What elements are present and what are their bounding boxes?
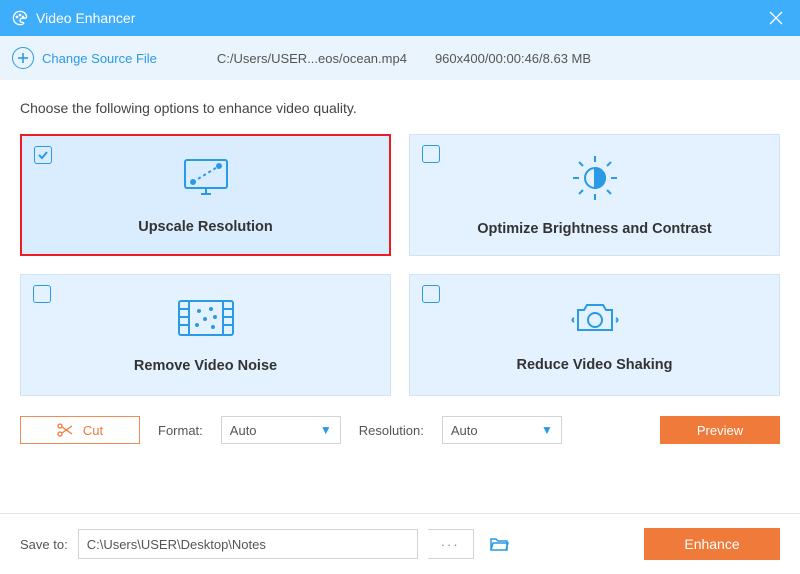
instruction-text: Choose the following options to enhance … <box>0 80 800 134</box>
option-label: Reduce Video Shaking <box>516 357 672 373</box>
controls-row: Cut Format: Auto ▼ Resolution: Auto ▼ Pr… <box>0 396 800 444</box>
source-file-path: C:/Users/USER...eos/ocean.mp4 <box>217 51 407 66</box>
option-upscale-resolution[interactable]: Upscale Resolution <box>20 134 391 256</box>
option-label: Optimize Brightness and Contrast <box>477 221 711 237</box>
palette-icon <box>12 10 28 26</box>
change-source-label: Change Source File <box>42 51 157 66</box>
brightness-sun-icon <box>570 154 620 207</box>
option-label: Remove Video Noise <box>134 358 277 374</box>
film-noise-icon <box>175 297 237 344</box>
resolution-value: Auto <box>451 423 478 438</box>
title-bar: Video Enhancer <box>0 0 800 36</box>
source-file-info: 960x400/00:00:46/8.63 MB <box>435 51 591 66</box>
format-dropdown[interactable]: Auto ▼ <box>221 416 341 444</box>
resolution-dropdown[interactable]: Auto ▼ <box>442 416 562 444</box>
ellipsis-icon: ··· <box>441 537 460 552</box>
camera-shake-icon <box>570 298 620 343</box>
preview-label: Preview <box>697 423 743 438</box>
checkbox[interactable] <box>34 146 52 164</box>
monitor-upscale-icon <box>179 156 233 205</box>
option-brightness-contrast[interactable]: Optimize Brightness and Contrast <box>409 134 780 256</box>
checkbox[interactable] <box>33 285 51 303</box>
change-source-button[interactable]: Change Source File <box>12 47 157 69</box>
scissors-icon <box>57 423 73 437</box>
enhance-options-grid: Upscale Resolution Optimize Brightness a… <box>0 134 800 396</box>
cut-label: Cut <box>83 423 103 438</box>
preview-button[interactable]: Preview <box>660 416 780 444</box>
checkbox[interactable] <box>422 145 440 163</box>
save-path-input[interactable] <box>78 529 418 559</box>
app-title: Video Enhancer <box>36 10 135 26</box>
open-folder-button[interactable] <box>484 529 514 559</box>
chevron-down-icon: ▼ <box>320 423 332 437</box>
checkbox[interactable] <box>422 285 440 303</box>
browse-more-button[interactable]: ··· <box>428 529 474 559</box>
format-label: Format: <box>158 423 203 438</box>
folder-open-icon <box>489 536 509 552</box>
checkmark-icon <box>37 149 49 161</box>
plus-circle-icon <box>12 47 34 69</box>
chevron-down-icon: ▼ <box>541 423 553 437</box>
cut-button[interactable]: Cut <box>20 416 140 444</box>
resolution-label: Resolution: <box>359 423 424 438</box>
format-value: Auto <box>230 423 257 438</box>
option-label: Upscale Resolution <box>138 219 273 235</box>
footer-bar: Save to: ··· Enhance <box>0 514 800 574</box>
enhance-label: Enhance <box>684 536 739 552</box>
enhance-button[interactable]: Enhance <box>644 528 780 560</box>
close-icon <box>769 11 783 25</box>
save-to-label: Save to: <box>20 537 68 552</box>
source-file-bar: Change Source File C:/Users/USER...eos/o… <box>0 36 800 80</box>
option-reduce-shaking[interactable]: Reduce Video Shaking <box>409 274 780 396</box>
option-remove-noise[interactable]: Remove Video Noise <box>20 274 391 396</box>
close-button[interactable] <box>764 6 788 30</box>
